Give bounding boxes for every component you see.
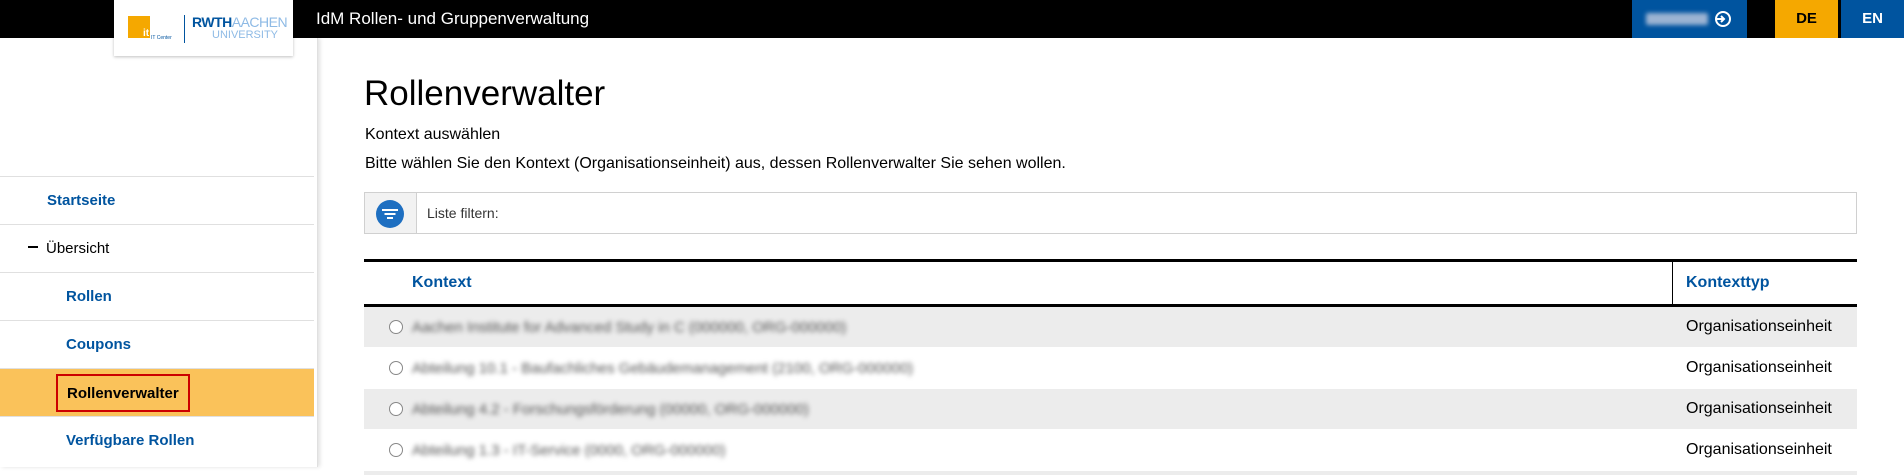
logo-divider xyxy=(184,15,185,43)
row-kontext: Abteilung 4.2 - Forschungsförderung (000… xyxy=(412,401,809,418)
row-kontexttyp: Organisationseinheit xyxy=(1686,359,1832,376)
university-text: UNIVERSITY xyxy=(212,29,279,41)
column-header-kontext[interactable]: Kontext xyxy=(412,274,472,292)
page-subtitle: Kontext auswählen xyxy=(365,126,501,143)
user-name-redacted: xxxxxxxxxx xyxy=(1646,13,1708,25)
row-kontext: Abteilung 1.3 - IT-Service (0000, ORG-00… xyxy=(412,442,726,459)
aachen-text: AACHEN xyxy=(231,14,288,30)
rwth-it-center-logo[interactable]: it IT Center RWTHAACHEN UNIVERSITY xyxy=(114,0,293,56)
sidebar: Startseite Übersicht Rollen Coupons Roll… xyxy=(0,38,318,467)
language-en-button[interactable]: EN xyxy=(1841,0,1904,38)
table-row xyxy=(364,471,1857,475)
table-row[interactable]: Abteilung 1.3 - IT-Service (0000, ORG-00… xyxy=(364,430,1857,471)
row-kontexttyp: Organisationseinheit xyxy=(1686,318,1832,335)
sidebar-item-startseite[interactable]: Startseite xyxy=(0,176,314,224)
row-radio-button[interactable] xyxy=(389,320,403,334)
it-center-label: IT Center xyxy=(151,35,172,41)
it-letters: it xyxy=(143,28,150,39)
row-kontexttyp: Organisationseinheit xyxy=(1686,400,1832,417)
context-table: Kontext Kontexttyp Aachen Institute for … xyxy=(364,259,1857,475)
sidebar-item-verfuegbare-rollen[interactable]: Verfügbare Rollen xyxy=(0,416,314,464)
user-logout-button[interactable]: xxxxxxxxxx xyxy=(1632,0,1747,38)
sidebar-item-rollen[interactable]: Rollen xyxy=(0,272,314,320)
filter-icon xyxy=(376,200,404,228)
sidebar-item-label: Übersicht xyxy=(46,240,110,257)
app-title: IdM Rollen- und Gruppenverwaltung xyxy=(316,9,590,28)
column-divider xyxy=(1672,262,1673,304)
table-header: Kontext Kontexttyp xyxy=(364,259,1857,307)
filter-bar: Liste filtern: xyxy=(364,192,1857,234)
page-title: Rollenverwalter xyxy=(364,74,606,113)
row-radio-button[interactable] xyxy=(389,402,403,416)
filter-toggle-button[interactable] xyxy=(365,193,417,233)
table-row[interactable]: Aachen Institute for Advanced Study in C… xyxy=(364,307,1857,348)
row-kontext: Abteilung 10.1 - Baufachliches Gebäudema… xyxy=(412,360,914,377)
collapse-minus-icon xyxy=(28,246,38,249)
row-radio-button[interactable] xyxy=(389,361,403,375)
sidebar-item-uebersicht[interactable]: Übersicht xyxy=(0,224,314,272)
page-description: Bitte wählen Sie den Kontext (Organisati… xyxy=(365,155,1066,172)
row-kontext: Aachen Institute for Advanced Study in C… xyxy=(412,319,847,336)
logout-icon xyxy=(1715,11,1731,27)
table-row[interactable]: Abteilung 4.2 - Forschungsförderung (000… xyxy=(364,389,1857,430)
filter-input-label[interactable]: Liste filtern: xyxy=(427,193,499,233)
table-row[interactable]: Abteilung 10.1 - Baufachliches Gebäudema… xyxy=(364,348,1857,389)
language-de-button[interactable]: DE xyxy=(1775,0,1838,38)
sidebar-item-coupons[interactable]: Coupons xyxy=(0,320,314,368)
rwth-wordmark: RWTHAACHEN xyxy=(192,14,288,30)
row-radio-button[interactable] xyxy=(389,443,403,457)
row-kontexttyp: Organisationseinheit xyxy=(1686,441,1832,458)
sidebar-item-rollenverwalter[interactable]: Rollenverwalter xyxy=(0,368,314,416)
sidebar-item-label: Rollenverwalter xyxy=(56,374,190,412)
rwth-text: RWTH xyxy=(192,14,232,30)
column-header-kontexttyp[interactable]: Kontexttyp xyxy=(1686,274,1770,292)
